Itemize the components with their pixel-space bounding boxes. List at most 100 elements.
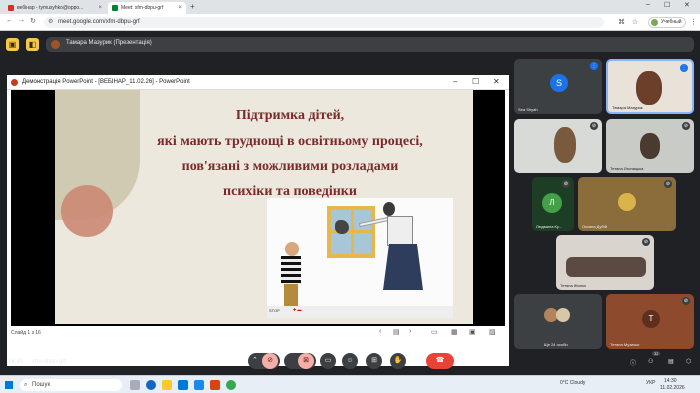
people-icon[interactable]: ⚇ — [648, 358, 653, 365]
participant-name: Людмила Ку... — [536, 224, 562, 229]
participant-tile[interactable]: ⊘ — [514, 119, 602, 173]
presenter-bar: Тамара Мазурик (Презентація) — [46, 37, 694, 52]
meeting-code: xfm-dbpu-grf — [32, 359, 67, 365]
normal-view-icon[interactable]: ▭ — [431, 328, 438, 336]
browser-tab-active[interactable]: Meet: xfm-dbpu-grf × — [108, 2, 186, 14]
forward-icon[interactable]: → — [18, 17, 25, 24]
avatar — [618, 193, 636, 211]
teacher-figure — [383, 244, 423, 290]
participant-tile[interactable]: S ⋮ Sea Shyah — [514, 59, 602, 114]
participant-name: Sea Shyah — [518, 107, 538, 112]
close-icon[interactable]: × — [98, 5, 102, 11]
present-screen-icon[interactable]: ⊞ — [366, 353, 382, 369]
window-crack-image — [335, 220, 349, 234]
powerpoint-taskbar-icon[interactable] — [210, 380, 220, 390]
participant-name: Ще 24 особи — [544, 342, 568, 347]
slide-menu-icon[interactable]: ▤ — [393, 328, 400, 336]
store-icon[interactable] — [178, 380, 188, 390]
clock-date[interactable]: 11.02.2026 — [660, 385, 685, 391]
leave-call-icon[interactable]: ☎ — [426, 353, 454, 369]
maximize-icon[interactable]: ☐ — [664, 1, 670, 9]
edge-icon[interactable] — [146, 380, 156, 390]
slide-title-line: пов'язані з можливими розладами — [181, 159, 399, 174]
maximize-icon[interactable]: ☐ — [472, 77, 479, 86]
slide[interactable]: Підтримка дітей, які мають труднощі в ос… — [55, 90, 473, 324]
participant-count-badge: 32 — [652, 351, 661, 356]
raise-hand-icon[interactable]: ✋ — [390, 353, 406, 369]
participant-tile[interactable]: Л ⊘ Людмила Ку... — [532, 177, 574, 231]
participant-tile[interactable]: ⊘ Оксана Дубій — [578, 177, 676, 231]
powerpoint-window: Демонстрація PowerPoint - [ВЕБІНАР_11.02… — [7, 75, 509, 366]
taskbar-search[interactable]: ⌕ Пошук — [20, 379, 122, 391]
presenter-icon[interactable]: ◧ — [26, 38, 39, 51]
mic-muted-icon: ⊘ — [682, 297, 690, 305]
participant-name: Тетяна Лєсницька — [610, 166, 644, 171]
weather-text[interactable]: 0°C Cloudy — [560, 380, 585, 386]
mic-toggle-button[interactable]: ⊘ — [262, 353, 278, 369]
powerpoint-window-title: Демонстрація PowerPoint - [ВЕБІНАР_11.02… — [22, 79, 190, 85]
sorter-view-icon[interactable]: ▦ — [451, 328, 458, 336]
site-info-icon[interactable]: ⚙ — [48, 17, 53, 28]
slide-illustration: STOP ✚ ▬ — [267, 198, 453, 318]
new-tab-button[interactable]: + — [190, 2, 195, 11]
slide-title-line: які мають труднощі в освітньому процесі, — [157, 134, 423, 149]
mic-muted-icon: ⊘ — [664, 180, 672, 188]
emoji-icon[interactable]: ☺ — [342, 353, 358, 369]
powerpoint-title-bar: Демонстрація PowerPoint - [ВЕБІНАР_11.02… — [7, 75, 509, 90]
profile-button[interactable]: Учебный — [648, 17, 686, 28]
participant-video — [636, 71, 662, 105]
gmail-icon — [8, 5, 14, 11]
participant-video — [566, 257, 646, 277]
file-explorer-icon[interactable] — [162, 380, 172, 390]
next-slide-icon[interactable]: › — [409, 328, 411, 335]
language-indicator[interactable]: УКР — [646, 380, 655, 386]
avatar — [651, 19, 658, 26]
boy-figure — [281, 256, 301, 284]
audio-level-icon: ⋮ — [680, 64, 688, 72]
search-placeholder: Пошук — [32, 382, 51, 388]
present-layout-icon[interactable]: ▣ — [6, 38, 19, 51]
participant-tile[interactable]: ⊘ Тетяна Лєсницька — [606, 119, 694, 173]
slideshow-view-icon[interactable]: ▨ — [489, 328, 496, 336]
task-view-icon[interactable] — [130, 380, 140, 390]
captions-icon[interactable]: ▭ — [320, 353, 336, 369]
participant-name: Тетяна Жилко — [560, 283, 587, 288]
browser-tab-strip: вебінар - tymusyhko@oppo... × Meet: xfm-… — [0, 0, 700, 14]
profile-label: Учебный — [661, 19, 682, 25]
chat-icon[interactable]: ▤ — [668, 358, 674, 365]
close-icon[interactable]: ✕ — [493, 77, 500, 86]
close-icon[interactable]: × — [178, 5, 182, 11]
participant-tile[interactable]: Ще 24 особи — [514, 294, 602, 349]
browser-tab[interactable]: вебінар - tymusyhko@oppo... × — [4, 2, 106, 14]
mail-icon[interactable] — [194, 380, 204, 390]
previous-slide-icon[interactable]: ‹ — [379, 328, 381, 335]
more-options-icon[interactable]: ⋮ — [411, 353, 421, 369]
bookmark-star-icon[interactable]: ☆ — [632, 18, 638, 26]
teacher-figure — [387, 216, 413, 246]
participant-name: Тетяна Музичко — [610, 342, 640, 347]
participant-tile[interactable]: Т ⊘ Тетяна Музичко — [606, 294, 694, 349]
presenter-name: Тамара Мазурик (Презентація) — [66, 40, 152, 46]
close-window-icon[interactable]: ✕ — [684, 1, 690, 9]
reading-view-icon[interactable]: ▣ — [469, 328, 476, 336]
activities-icon[interactable]: ⬡ — [686, 358, 691, 365]
reload-icon[interactable]: ↻ — [30, 17, 36, 25]
minimize-icon[interactable]: – — [453, 77, 457, 86]
participant-tile[interactable]: ⋮ Тамара Мазурик — [606, 59, 694, 114]
windows-start-icon[interactable] — [5, 381, 13, 389]
powerpoint-status-bar: Слайд 1 з 16 ‹ ▤ › ▭ ▦ ▣ ▨ — [7, 327, 509, 339]
menu-dots-icon[interactable]: ⋮ — [690, 18, 697, 26]
chrome-icon[interactable] — [226, 380, 236, 390]
url-field[interactable]: ⚙ meet.google.com/xfm-dbpu-grf — [44, 17, 604, 28]
translate-icon[interactable]: ⌘ — [618, 18, 625, 26]
meet-icon — [112, 5, 118, 11]
powerpoint-icon — [11, 79, 18, 86]
mic-muted-icon: ⊘ — [590, 122, 598, 130]
minimize-icon[interactable]: – — [646, 1, 650, 8]
clock-time[interactable]: 14:30 — [664, 378, 677, 384]
participant-tile[interactable]: ⊘ Тетяна Жилко — [556, 235, 654, 290]
participant-name: Оксана Дубій — [582, 224, 607, 229]
info-icon[interactable]: ⓘ — [630, 358, 636, 367]
camera-off-icon[interactable]: ⊠ — [298, 353, 314, 369]
back-icon[interactable]: ← — [6, 17, 13, 24]
